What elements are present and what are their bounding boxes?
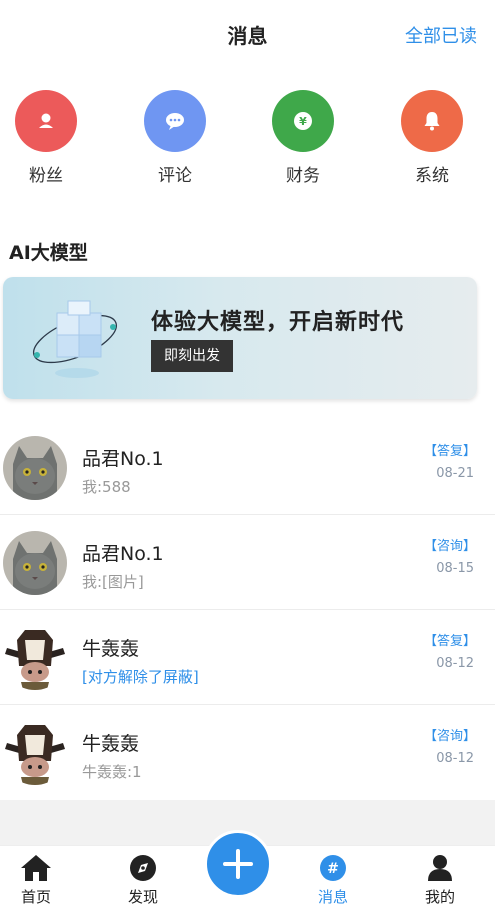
message-tag: 【答复】	[423, 634, 476, 649]
nav-messages[interactable]: # 消息	[293, 846, 373, 907]
header: 消息 全部已读	[0, 0, 495, 68]
message-row[interactable]: 牛轰轰 [对方解除了屏蔽] 【答复】 08-12	[0, 610, 495, 705]
plus-icon	[223, 849, 253, 879]
message-date: 08-12	[436, 751, 474, 766]
ai-start-button[interactable]: 即刻出发	[151, 340, 233, 372]
nav-label: 发现	[127, 888, 158, 906]
message-row[interactable]: 品君No.1 我:588 【答复】 08-21	[0, 420, 495, 515]
mark-all-read-button[interactable]: 全部已读	[405, 22, 477, 48]
message-sender: 牛轰轰	[82, 638, 140, 660]
category-fans[interactable]: 粉丝	[1, 90, 91, 186]
message-row[interactable]: 品君No.1 我:[图片] 【咨询】 08-15	[0, 515, 495, 610]
category-label: 评论	[158, 166, 192, 186]
message-preview: 我:[图片]	[82, 573, 144, 591]
ai-cube-graphic	[27, 291, 127, 387]
nav-profile[interactable]: 我的	[400, 846, 480, 907]
category-label: 粉丝	[29, 166, 63, 186]
message-tag: 【答复】	[423, 444, 476, 459]
category-label: 系统	[415, 166, 449, 186]
message-date: 08-15	[436, 561, 474, 576]
category-comments[interactable]: 评论	[130, 90, 220, 186]
message-tag: 【咨询】	[423, 539, 476, 554]
svg-text:#: #	[327, 861, 339, 877]
home-icon	[21, 855, 51, 881]
ai-section: AI大模型 体验大模型，开启新时代 即刻出发	[0, 208, 495, 420]
cat-avatar	[3, 436, 67, 500]
ai-section-title: AI大模型	[9, 242, 88, 264]
message-sender: 品君No.1	[82, 448, 164, 470]
compass-icon	[130, 855, 156, 881]
category-row: 粉丝 评论 ¥ 财务 系统	[0, 68, 495, 208]
category-system[interactable]: 系统	[387, 90, 477, 186]
message-tag: 【咨询】	[423, 729, 476, 744]
message-sender: 品君No.1	[82, 543, 164, 565]
fans-icon	[15, 90, 77, 152]
cow-avatar	[3, 721, 67, 785]
category-finance[interactable]: ¥ 财务	[258, 90, 348, 186]
svg-text:¥: ¥	[299, 115, 307, 128]
cow-avatar	[3, 626, 67, 690]
cat-avatar	[3, 531, 67, 595]
ai-banner[interactable]: 体验大模型，开启新时代 即刻出发	[3, 277, 477, 399]
system-icon	[401, 90, 463, 152]
message-date: 08-12	[436, 656, 474, 671]
nav-home[interactable]: 首页	[0, 846, 76, 907]
message-sender: 牛轰轰	[82, 733, 140, 755]
message-row[interactable]: 牛轰轰 牛轰轰:1 【咨询】 08-12	[0, 705, 495, 800]
message-date: 08-21	[436, 466, 474, 481]
ai-headline: 体验大模型，开启新时代	[151, 310, 405, 335]
category-label: 财务	[286, 166, 320, 186]
user-icon	[428, 855, 452, 881]
nav-label: 我的	[424, 888, 455, 906]
nav-label: 首页	[20, 888, 51, 906]
message-preview: 我:588	[82, 478, 131, 496]
message-icon: #	[320, 855, 346, 881]
nav-discover[interactable]: 发现	[103, 846, 183, 907]
nav-label: 消息	[317, 888, 348, 906]
message-preview: [对方解除了屏蔽]	[82, 668, 199, 686]
comment-icon	[144, 90, 206, 152]
finance-icon: ¥	[272, 90, 334, 152]
message-list: 品君No.1 我:588 【答复】 08-21 品君No.1 我:[图片] 【咨…	[0, 420, 495, 800]
message-preview: 牛轰轰:1	[82, 763, 142, 781]
create-button[interactable]	[204, 830, 272, 898]
